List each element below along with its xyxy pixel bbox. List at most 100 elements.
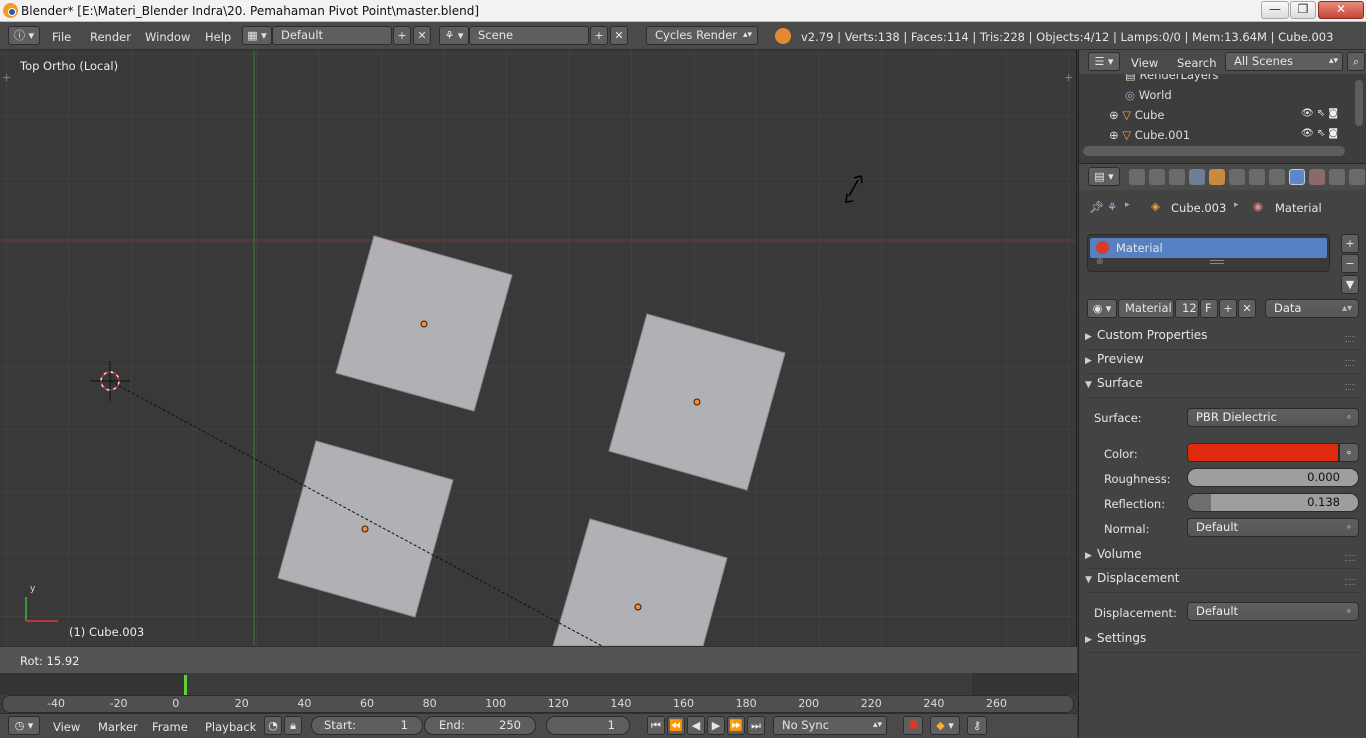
maximize-button[interactable]: ❐ (1290, 1, 1316, 19)
properties-editor[interactable]: ▤ ▾ 📌︎ ⚘ ▸ ◈ Cube.003 ▸ ◉ Material Mater… (1078, 163, 1366, 738)
outliner-search-icon[interactable]: ⌕ (1347, 52, 1365, 71)
menu-file[interactable]: File (52, 30, 71, 44)
close-button[interactable]: ✕ (1318, 1, 1364, 19)
outliner-item[interactable]: ⊕ ▽ Cube.001 (1109, 128, 1190, 142)
current-frame-marker[interactable] (184, 675, 187, 695)
fake-user-toggle[interactable]: F (1200, 299, 1218, 318)
editor-type-outliner-icon[interactable]: ☰ ▾ (1088, 52, 1120, 71)
surface-shader-dropdown[interactable]: PBR Dielectric ∘ (1187, 408, 1359, 427)
world-tab-icon[interactable] (1189, 169, 1205, 185)
outliner-menu-search[interactable]: Search (1177, 56, 1217, 70)
panel-grip-icon[interactable] (1345, 336, 1355, 342)
timeline-menu-frame[interactable]: Frame (152, 720, 188, 734)
minimize-button[interactable]: — (1261, 1, 1289, 19)
add-scene-icon[interactable]: + (590, 26, 608, 45)
sync-mode-dropdown[interactable]: No Sync ▴▾ (773, 716, 887, 735)
pin-icon[interactable]: 📌︎ (1089, 200, 1104, 214)
next-keyframe-icon[interactable]: ⏩ (727, 716, 745, 735)
play-icon[interactable]: ▶ (707, 716, 725, 735)
render-engine-dropdown[interactable]: Cycles Render ▴▾ (646, 26, 758, 45)
material-slot-list[interactable]: Material ⊕ (1087, 234, 1330, 272)
slot-specials-icon[interactable]: ▼ (1341, 275, 1359, 294)
roughness-slider[interactable]: 0.000 (1187, 468, 1359, 487)
panel-settings[interactable]: ▶ Settings (1085, 631, 1361, 653)
scene-field[interactable]: Scene (469, 26, 589, 45)
prev-keyframe-icon[interactable]: ⏪ (667, 716, 685, 735)
outliner-item[interactable]: ⊕ ▽ Cube (1109, 108, 1165, 122)
end-frame-field[interactable]: End: 250 (424, 716, 536, 735)
scene-icon[interactable]: ⚘ ▾ (439, 26, 469, 45)
physics-tab-icon[interactable] (1349, 169, 1365, 185)
screen-layout-icon[interactable]: ▦ ▾ (242, 26, 272, 45)
remove-layout-icon[interactable]: ✕ (413, 26, 431, 45)
outliner-item[interactable]: ▤ RenderLayers (1125, 74, 1219, 82)
timeline-menu-marker[interactable]: Marker (98, 720, 138, 734)
remove-slot-icon[interactable]: − (1341, 254, 1359, 273)
list-filter-icon[interactable]: ⊕ (1096, 257, 1104, 267)
jump-end-icon[interactable]: ⏭ (747, 716, 765, 735)
menu-render[interactable]: Render (90, 30, 131, 44)
editor-type-info-icon[interactable]: ⓘ ▾ (8, 26, 40, 45)
visibility-eye-icon[interactable]: 👁︎ ⇖ ◙ (1301, 128, 1338, 139)
object-tab-icon[interactable] (1209, 169, 1225, 185)
outliner-item[interactable]: ◎ World (1125, 88, 1172, 102)
timeline-menu-playback[interactable]: Playback (205, 720, 256, 734)
timeline-menu-view[interactable]: View (53, 720, 80, 734)
outliner-vertical-scrollbar[interactable] (1355, 80, 1363, 126)
editor-type-properties-icon[interactable]: ▤ ▾ (1088, 167, 1120, 186)
viewport-canvas[interactable]: + + (0, 50, 1077, 646)
panel-grip-icon[interactable] (1345, 555, 1355, 561)
texture-tab-icon[interactable] (1309, 169, 1325, 185)
node-link-icon[interactable]: ∘ (1339, 443, 1359, 462)
render-layers-tab-icon[interactable] (1149, 169, 1165, 185)
base-color-swatch[interactable] (1187, 443, 1339, 462)
render-tab-icon[interactable] (1129, 169, 1145, 185)
panel-surface[interactable]: ▼ Surface (1085, 376, 1361, 398)
browse-material-icon[interactable]: ◉ ▾ (1087, 299, 1117, 318)
reflection-slider[interactable]: 0.138 (1187, 493, 1359, 512)
screen-layout-field[interactable]: Default (272, 26, 392, 45)
panel-preview[interactable]: ▶ Preview (1085, 352, 1361, 374)
outliner-horizontal-scrollbar[interactable] (1083, 146, 1345, 156)
menu-window[interactable]: Window (145, 30, 190, 44)
panel-custom-properties[interactable]: ▶ Custom Properties (1085, 328, 1361, 350)
keying-set-icon[interactable]: ◆ ▾ (930, 716, 960, 735)
3d-viewport[interactable]: + + Top Ortho (Local) y (1) Cube.003 (0, 50, 1077, 646)
constraints-tab-icon[interactable] (1229, 169, 1245, 185)
lock-icon[interactable]: 🔒︎ (284, 716, 302, 735)
preview-range-icon[interactable]: ◔ (264, 716, 282, 735)
normal-input-dropdown[interactable]: Default ∘ (1187, 518, 1359, 537)
expand-icon[interactable]: ⊕ (1109, 128, 1122, 142)
material-slot-item[interactable]: Material (1090, 238, 1327, 258)
panel-grip-icon[interactable] (1345, 384, 1355, 390)
material-tab-icon[interactable] (1289, 169, 1305, 185)
add-layout-icon[interactable]: + (393, 26, 411, 45)
modifiers-tab-icon[interactable] (1249, 169, 1265, 185)
add-slot-icon[interactable]: + (1341, 234, 1359, 253)
material-name-field[interactable]: Material (1118, 299, 1174, 318)
play-reverse-icon[interactable]: ◀ (687, 716, 705, 735)
outliner-filter-dropdown[interactable]: All Scenes ▴▾ (1225, 52, 1343, 71)
expand-icon[interactable]: ⊕ (1109, 108, 1122, 122)
outliner-menu-view[interactable]: View (1131, 56, 1158, 70)
material-users-count[interactable]: 12 (1175, 299, 1199, 318)
panel-grip-icon[interactable] (1345, 360, 1355, 366)
mesh-data-tab-icon[interactable] (1269, 169, 1285, 185)
menu-help[interactable]: Help (205, 30, 231, 44)
panel-grip-icon[interactable] (1345, 579, 1355, 585)
panel-displacement[interactable]: ▼ Displacement (1085, 571, 1361, 593)
displacement-input-dropdown[interactable]: Default ∘ (1187, 602, 1359, 621)
list-resize-grip[interactable] (1210, 260, 1224, 264)
panel-volume[interactable]: ▶ Volume (1085, 547, 1361, 569)
jump-start-icon[interactable]: ⏮ (647, 716, 665, 735)
unlink-material-icon[interactable]: ✕ (1238, 299, 1256, 318)
material-link-dropdown[interactable]: Data ▴▾ (1265, 299, 1359, 318)
outliner-editor[interactable]: ☰ ▾ View Search All Scenes ▴▾ ⌕ ▤ Render… (1078, 50, 1366, 163)
particles-tab-icon[interactable] (1329, 169, 1345, 185)
visibility-eye-icon[interactable]: 👁︎ ⇖ ◙ (1301, 108, 1338, 119)
current-frame-field[interactable]: 1 (546, 716, 630, 735)
scene-tab-icon[interactable] (1169, 169, 1185, 185)
new-material-icon[interactable]: + (1219, 299, 1237, 318)
auto-keying-record-icon[interactable] (903, 716, 923, 735)
timeline-editor[interactable]: -40 -20 0 20 40 60 80 100 120 140 160 180 200 220 240 2… (0, 673, 1077, 713)
